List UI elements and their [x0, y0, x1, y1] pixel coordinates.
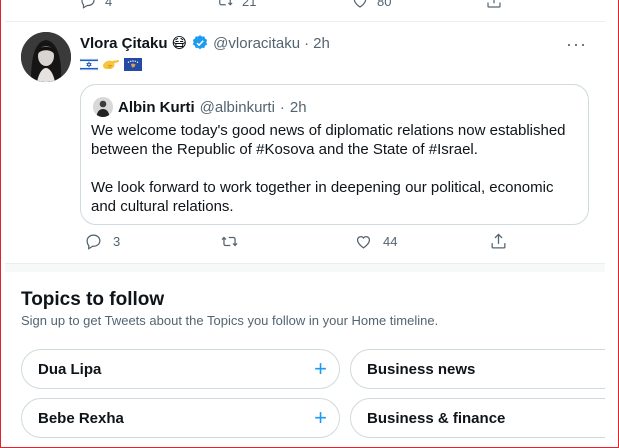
israel-flag-icon [80, 57, 98, 71]
share-icon [487, 0, 501, 8]
retweet-button[interactable] [220, 232, 239, 251]
tweet-time[interactable]: 2h [313, 35, 330, 52]
prev-like-count: 80 [377, 0, 392, 9]
quoted-tweet-text: We welcome today's good news of diplomat… [91, 121, 581, 216]
share-button[interactable] [489, 232, 508, 251]
topic-label: Business news [367, 360, 476, 378]
topic-pill[interactable]: Business news [350, 349, 619, 389]
quoted-tweet-header: Albin Kurti @albinkurti · 2h [93, 97, 307, 117]
author-emoji: 😷 [171, 35, 188, 52]
section-divider [5, 264, 605, 272]
prev-retweet-button[interactable]: 21 [216, 0, 256, 10]
topics-title: Topics to follow [21, 289, 165, 310]
quoted-avatar [93, 97, 113, 117]
topics-subtitle: Sign up to get Tweets about the Topics y… [21, 313, 439, 328]
share-icon [491, 233, 506, 249]
quoted-author-name: Albin Kurti [118, 98, 195, 116]
separator-dot: · [304, 34, 310, 52]
reply-button[interactable]: 3 [84, 232, 120, 251]
quoted-paragraph: We look forward to work together in deep… [91, 179, 554, 215]
tweet[interactable]: Vlora Çitaku 😷 @vloracitaku · 2h ··· Alb… [5, 22, 605, 264]
like-icon [356, 236, 371, 249]
prev-reply-count: 4 [105, 0, 113, 9]
topic-label: Business & finance [367, 409, 506, 427]
author-handle[interactable]: @vloracitaku [213, 35, 300, 52]
quoted-tweet-time: 2h [289, 98, 307, 116]
tweet-header: Vlora Çitaku 😷 @vloracitaku · 2h [80, 34, 330, 53]
topic-label: Dua Lipa [38, 360, 102, 378]
prev-retweet-count: 21 [242, 0, 257, 9]
prev-share-button[interactable] [485, 0, 503, 10]
like-button[interactable]: 44 [354, 232, 397, 251]
more-icon[interactable]: ··· [566, 34, 587, 55]
retweet-icon [221, 236, 238, 247]
prev-like-button[interactable]: 80 [351, 0, 391, 10]
topic-pill[interactable]: Bebe Rexha + [21, 398, 340, 438]
prev-reply-button[interactable]: 4 [79, 0, 112, 10]
page-edge [605, 0, 618, 448]
separator-dot: · [279, 98, 285, 116]
quoted-tweet[interactable]: Albin Kurti @albinkurti · 2h We welcome … [80, 84, 589, 225]
reply-icon [86, 234, 101, 250]
like-count: 44 [383, 234, 398, 249]
handshake-hand-icon [103, 60, 120, 69]
plus-icon[interactable]: + [314, 407, 327, 429]
like-icon [353, 0, 367, 8]
topic-pill[interactable]: Business & finance [350, 398, 619, 438]
avatar[interactable] [21, 32, 71, 82]
tweet-actions: 3 44 [80, 232, 520, 256]
reply-count: 3 [113, 234, 121, 249]
avatar-photo [21, 32, 71, 82]
verified-icon [193, 35, 208, 50]
previous-tweet-actions: 4 21 80 [79, 0, 509, 10]
plus-icon[interactable]: + [314, 358, 327, 380]
quoted-paragraph: We welcome today's good news of diplomat… [91, 122, 566, 158]
tweet-text-emojis [80, 56, 142, 72]
retweet-icon [219, 0, 233, 6]
reply-icon [81, 0, 95, 9]
quoted-author-handle: @albinkurti [199, 98, 275, 116]
kosovo-flag-icon [124, 57, 142, 71]
author-name[interactable]: Vlora Çitaku [80, 35, 168, 52]
topic-label: Bebe Rexha [38, 409, 124, 427]
topic-pill[interactable]: Dua Lipa + [21, 349, 340, 389]
